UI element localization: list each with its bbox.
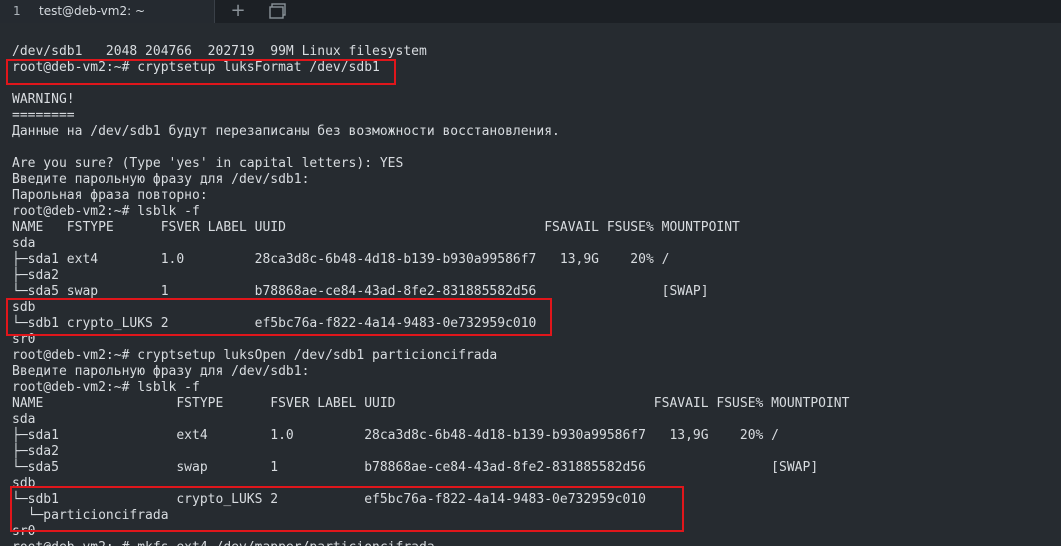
terminal-line: root@deb-vm2:~# cryptsetup luksFormat /d… bbox=[12, 60, 380, 75]
terminal-line: └─particioncifrada bbox=[12, 508, 169, 523]
terminal-line: Данные на /dev/sdb1 будут перезаписаны б… bbox=[12, 124, 560, 139]
terminal-line: root@deb-vm2:~# cryptsetup luksOpen /dev… bbox=[12, 348, 498, 363]
split-panes-icon[interactable] bbox=[269, 3, 287, 19]
terminal-line: sdb bbox=[12, 476, 36, 491]
terminal-tab[interactable]: 1 test@deb-vm2: ~ bbox=[0, 0, 215, 23]
terminal-line: └─sda5 swap 1 b78868ae-ce84-43ad-8fe2-83… bbox=[12, 460, 819, 475]
terminal-line: sr0 bbox=[12, 332, 36, 347]
tab-title: test@deb-vm2: ~ bbox=[39, 4, 146, 18]
terminal-line: └─sda5 swap 1 b78868ae-ce84-43ad-8fe2-83… bbox=[12, 284, 709, 299]
tab-index: 1 bbox=[13, 4, 21, 18]
plus-icon[interactable]: + bbox=[229, 2, 247, 20]
terminal-line: sda bbox=[12, 412, 36, 427]
terminal-line: ├─sda1 ext4 1.0 28ca3d8c-6b48-4d18-b139-… bbox=[12, 252, 670, 267]
terminal-line: Парольная фраза повторно: bbox=[12, 188, 208, 203]
terminal-line: Введите парольную фразу для /dev/sdb1: bbox=[12, 364, 310, 379]
terminal-line: ├─sda1 ext4 1.0 28ca3d8c-6b48-4d18-b139-… bbox=[12, 428, 780, 443]
terminal-line: ======== bbox=[12, 108, 75, 123]
terminal-line: ├─sda2 bbox=[12, 444, 59, 459]
terminal-line: root@deb-vm2:~# lsblk -f bbox=[12, 380, 200, 395]
terminal-line: sr0 bbox=[12, 524, 36, 539]
terminal-line: Are you sure? (Type 'yes' in capital let… bbox=[12, 156, 404, 171]
terminal-line: /dev/sdb1 2048 204766 202719 99M Linux f… bbox=[12, 44, 427, 59]
terminal-line: NAME FSTYPE FSVER LABEL UUID FSAVAIL FSU… bbox=[12, 396, 850, 411]
terminal-output[interactable]: /dev/sdb1 2048 204766 202719 99M Linux f… bbox=[12, 44, 1052, 546]
terminal-line: sdb bbox=[12, 300, 36, 315]
terminal-line: WARNING! bbox=[12, 92, 75, 107]
terminal-line: sda bbox=[12, 236, 36, 251]
terminal-line: NAME FSTYPE FSVER LABEL UUID FSAVAIL FSU… bbox=[12, 220, 740, 235]
tab-bar: 1 test@deb-vm2: ~ + bbox=[0, 0, 1061, 23]
terminal-line: ├─sda2 bbox=[12, 268, 59, 283]
terminal-line: └─sdb1 crypto_LUKS 2 ef5bc76a-f822-4a14-… bbox=[12, 492, 646, 507]
terminal-line: root@deb-vm2:~# mkfs.ext4 /dev/mapper/pa… bbox=[12, 540, 1052, 546]
terminal-line: Введите парольную фразу для /dev/sdb1: bbox=[12, 172, 310, 187]
terminal-line: └─sdb1 crypto_LUKS 2 ef5bc76a-f822-4a14-… bbox=[12, 316, 537, 331]
terminal-line: root@deb-vm2:~# lsblk -f bbox=[12, 204, 200, 219]
